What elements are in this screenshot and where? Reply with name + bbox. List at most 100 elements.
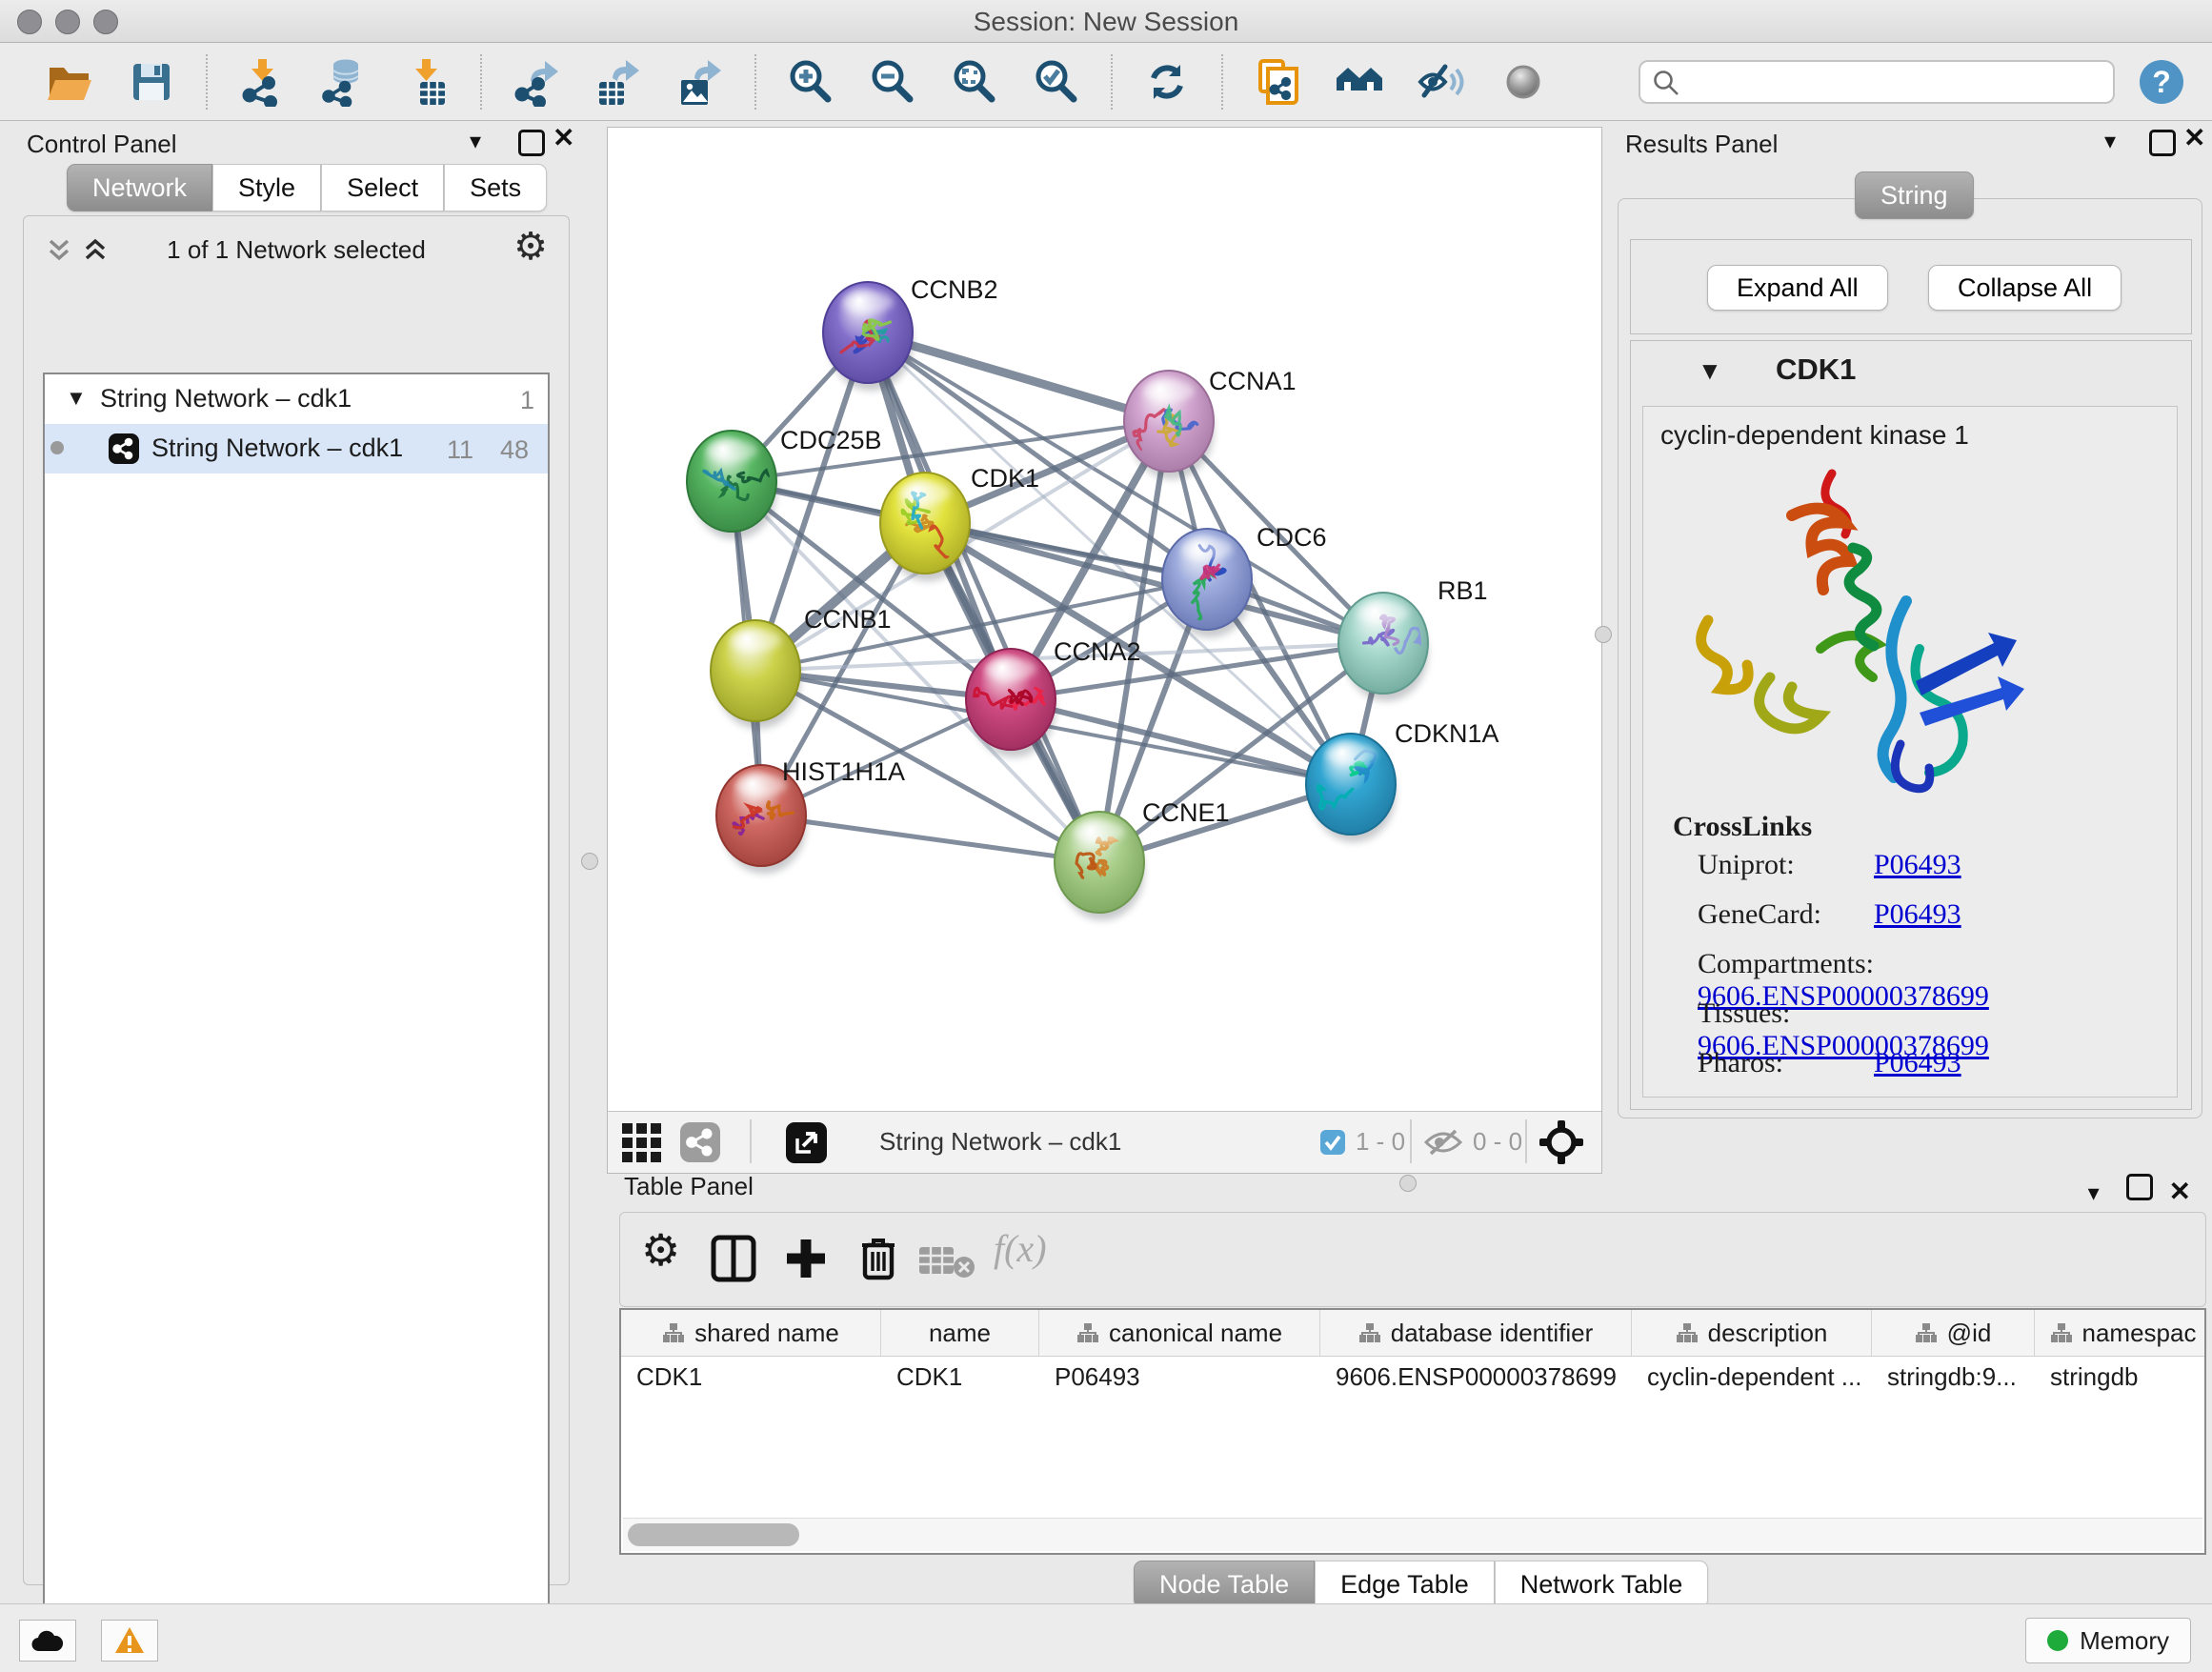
column-header-database-identifier[interactable]: database identifier xyxy=(1320,1310,1632,1356)
birds-eye-icon[interactable] xyxy=(1538,1118,1585,1166)
import-database-icon xyxy=(319,57,369,107)
table-cell[interactable]: CDK1 xyxy=(881,1362,1039,1392)
show-columns-icon[interactable] xyxy=(710,1234,757,1283)
function-builder-icon-disabled: f(x) xyxy=(994,1226,1047,1271)
tab-node-table[interactable]: Node Table xyxy=(1134,1561,1315,1608)
network-row-selected[interactable]: String Network – cdk1 11 48 xyxy=(45,424,548,473)
tab-sets[interactable]: Sets xyxy=(444,164,547,212)
share-view-icon[interactable] xyxy=(679,1121,721,1163)
detach-view-icon[interactable] xyxy=(785,1121,828,1164)
cloud-button[interactable] xyxy=(19,1620,76,1662)
panel-float-icon[interactable] xyxy=(2126,1174,2153,1200)
crosslink-label: GeneCard: xyxy=(1698,898,1874,931)
zoom-fit-icon xyxy=(950,57,999,107)
table-horizontal-scrollbar[interactable] xyxy=(623,1518,2202,1551)
panel-close-icon[interactable]: ✕ xyxy=(553,128,574,149)
search-icon xyxy=(1652,69,1680,97)
import-table-button[interactable] xyxy=(385,51,467,112)
help-button[interactable]: ? xyxy=(2140,60,2183,104)
column-header-namespac[interactable]: namespac xyxy=(2035,1310,2206,1356)
zoom-in-button[interactable] xyxy=(770,51,852,112)
sphere-icon xyxy=(1498,57,1548,107)
tab-style[interactable]: Style xyxy=(212,164,321,212)
column-header-shared-name[interactable]: shared name xyxy=(621,1310,881,1356)
network-edge[interactable] xyxy=(868,332,1169,421)
tab-string[interactable]: String xyxy=(1855,171,1974,219)
selected-checkbox-icon[interactable] xyxy=(1319,1129,1346,1156)
table-cell[interactable]: cyclin-dependent ... xyxy=(1632,1362,1872,1392)
save-session-button[interactable] xyxy=(111,51,192,112)
panel-close-icon[interactable]: ✕ xyxy=(2169,1177,2191,1206)
column-header-description[interactable]: description xyxy=(1632,1310,1872,1356)
scrollbar-thumb[interactable] xyxy=(628,1523,799,1546)
panel-float-icon[interactable] xyxy=(2149,130,2176,156)
protein-section: ▼ CDK1 cyclin-dependent kinase 1 xyxy=(1630,340,2192,1110)
create-column-plus-icon[interactable] xyxy=(782,1234,830,1283)
search-input[interactable] xyxy=(1639,60,2115,104)
network-node-CDKN1A[interactable]: CDKN1A xyxy=(1306,719,1499,842)
open-session-button[interactable] xyxy=(29,51,111,112)
tab-edge-table[interactable]: Edge Table xyxy=(1315,1561,1495,1608)
network-collection-row[interactable]: ▼ String Network – cdk1 1 xyxy=(45,374,548,424)
column-header-name[interactable]: name xyxy=(881,1310,1039,1356)
column-header--id[interactable]: @id xyxy=(1872,1310,2035,1356)
collapse-all-button[interactable]: Collapse All xyxy=(1928,265,2122,311)
toolbar-separator xyxy=(206,54,208,110)
crosslink-link[interactable]: P06493 xyxy=(1874,1047,1961,1078)
crosslink-link[interactable]: P06493 xyxy=(1874,849,1961,880)
network-node-HIST1H1A[interactable]: HIST1H1A xyxy=(716,757,905,874)
import-network-database-button[interactable] xyxy=(303,51,385,112)
horizontal-splitter-handle[interactable] xyxy=(1399,1175,1417,1192)
table-cell[interactable]: stringdb xyxy=(2035,1362,2206,1392)
home-button[interactable] xyxy=(1318,51,1400,112)
hide-graphics-details-button[interactable] xyxy=(1400,51,1482,112)
memory-button[interactable]: Memory xyxy=(2025,1618,2191,1663)
tree-expand-icon[interactable]: ▼ xyxy=(66,386,87,411)
table-cell[interactable]: stringdb:9... xyxy=(1872,1362,2035,1392)
export-image-button[interactable] xyxy=(659,51,741,112)
table-cell[interactable]: CDK1 xyxy=(621,1362,881,1392)
panel-menu-icon[interactable]: ▾ xyxy=(2104,128,2116,155)
column-header-canonical-name[interactable]: canonical name xyxy=(1039,1310,1320,1356)
column-header-label: shared name xyxy=(694,1319,839,1348)
delete-column-trash-icon[interactable] xyxy=(856,1234,900,1283)
table-cell[interactable]: P06493 xyxy=(1039,1362,1320,1392)
table-row[interactable]: CDK1CDK1P064939606.ENSP00000378699cyclin… xyxy=(621,1357,2204,1397)
zoom-fit-button[interactable] xyxy=(934,51,1016,112)
column-header-label: canonical name xyxy=(1109,1319,1282,1348)
network-edge[interactable] xyxy=(761,816,1099,862)
protein-name: CDK1 xyxy=(1776,353,1856,387)
network-options-gear-icon[interactable]: ⚙ xyxy=(513,226,548,268)
tab-select[interactable]: Select xyxy=(321,164,444,212)
rendering-detail-button[interactable] xyxy=(1482,51,1564,112)
panel-menu-icon[interactable]: ▾ xyxy=(2088,1180,2100,1206)
column-header-label: database identifier xyxy=(1391,1319,1593,1348)
import-string-network-button[interactable] xyxy=(1237,51,1318,112)
tab-network[interactable]: Network xyxy=(67,164,212,212)
network-canvas[interactable]: CCNB2CCNA1CDC25BCDK1CDC6RB1CCNB1CCNA2CDK… xyxy=(608,128,1601,1112)
panel-close-icon[interactable]: ✕ xyxy=(2183,128,2205,149)
node-label: CCNA2 xyxy=(1054,637,1141,666)
zoom-out-button[interactable] xyxy=(852,51,934,112)
node-table[interactable]: shared name name canonical name database id… xyxy=(619,1308,2206,1555)
panel-float-icon[interactable] xyxy=(518,130,545,156)
export-table-button[interactable] xyxy=(577,51,659,112)
refresh-button[interactable] xyxy=(1126,51,1208,112)
table-cell[interactable]: 9606.ENSP00000378699 xyxy=(1320,1362,1632,1392)
export-network-button[interactable] xyxy=(495,51,577,112)
node-label: CDKN1A xyxy=(1395,719,1499,748)
table-options-gear-icon[interactable]: ⚙ xyxy=(641,1224,680,1276)
zoom-selected-button[interactable] xyxy=(1016,51,1097,112)
network-node-CCNE1[interactable]: CCNE1 xyxy=(1055,798,1230,920)
tab-network-table[interactable]: Network Table xyxy=(1495,1561,1709,1608)
crosslink-link[interactable]: P06493 xyxy=(1874,898,1961,930)
grid-view-icon[interactable] xyxy=(620,1121,664,1163)
expand-all-button[interactable]: Expand All xyxy=(1707,265,1888,311)
import-network-file-button[interactable] xyxy=(221,51,303,112)
network-node-RB1[interactable]: RB1 xyxy=(1338,576,1488,701)
section-collapse-icon[interactable]: ▼ xyxy=(1698,356,1722,386)
warnings-button[interactable] xyxy=(101,1620,158,1662)
right-splitter-handle[interactable] xyxy=(1595,626,1612,643)
left-splitter-handle[interactable] xyxy=(581,853,598,870)
panel-menu-icon[interactable]: ▾ xyxy=(470,128,481,155)
